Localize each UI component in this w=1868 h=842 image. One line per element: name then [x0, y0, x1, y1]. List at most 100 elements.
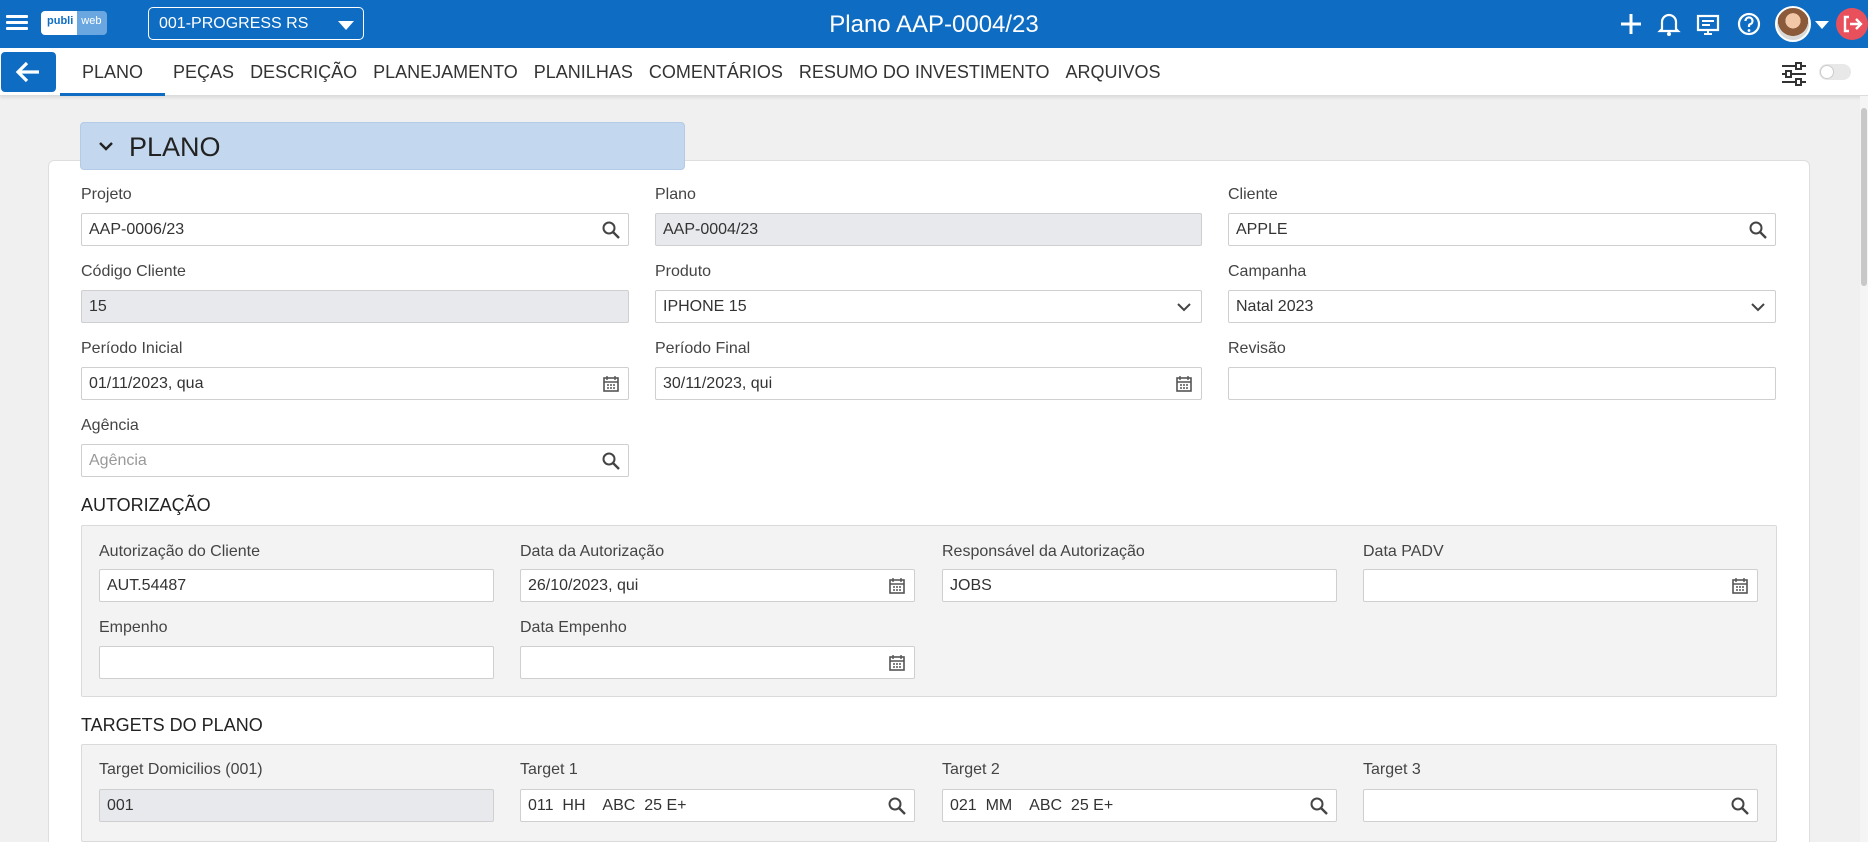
- target1-input[interactable]: [521, 790, 914, 821]
- targets-heading: TARGETS DO PLANO: [81, 715, 263, 735]
- logout-button[interactable]: [1836, 8, 1868, 40]
- autorizacao-cliente-field[interactable]: [99, 569, 494, 602]
- help-icon[interactable]: [1735, 10, 1763, 38]
- periodo-final-input[interactable]: [656, 368, 1201, 399]
- target2-label: Target 2: [942, 761, 1000, 778]
- arrow-left-icon: [15, 61, 39, 83]
- search-icon[interactable]: [1749, 221, 1767, 239]
- search-icon[interactable]: [602, 221, 620, 239]
- cliente-input[interactable]: [1229, 214, 1775, 245]
- calendar-icon[interactable]: [602, 375, 620, 393]
- avatar-caret-icon[interactable]: [1815, 21, 1829, 29]
- logout-icon: [1843, 15, 1863, 33]
- periodo-final-field[interactable]: [655, 367, 1202, 400]
- section-title: PLANO: [129, 132, 221, 162]
- chevron-down-icon: [99, 142, 113, 151]
- top-bar: publi web 001-PROGRESS RS Plano AAP-0004…: [0, 0, 1868, 48]
- company-select[interactable]: 001-PROGRESS RS: [148, 7, 364, 40]
- tab-arquivos[interactable]: ARQUIVOS: [1058, 48, 1169, 96]
- empenho-label: Empenho: [99, 619, 168, 636]
- data-empenho-field[interactable]: [520, 646, 915, 679]
- search-icon[interactable]: [1731, 797, 1749, 815]
- data-empenho-input[interactable]: [521, 647, 914, 678]
- user-avatar[interactable]: [1775, 6, 1811, 42]
- produto-label: Produto: [655, 263, 712, 280]
- calendar-icon[interactable]: [1731, 577, 1749, 595]
- tab-planejamento[interactable]: PLANEJAMENTO: [365, 48, 526, 96]
- data-empenho-label: Data Empenho: [520, 619, 627, 636]
- target1-label: Target 1: [520, 761, 578, 778]
- empenho-field[interactable]: [99, 646, 494, 679]
- plano-field: [655, 213, 1202, 246]
- calendar-icon[interactable]: [1175, 375, 1193, 393]
- target1-field[interactable]: [520, 789, 915, 822]
- section-header-plano[interactable]: PLANO: [80, 122, 685, 170]
- campanha-label: Campanha: [1228, 263, 1307, 280]
- periodo-inicial-field[interactable]: [81, 367, 629, 400]
- bell-icon[interactable]: [1655, 10, 1683, 38]
- cliente-label: Cliente: [1228, 186, 1278, 203]
- projeto-input[interactable]: [82, 214, 628, 245]
- target-domicilios-label: Target Domicilios (001): [99, 761, 263, 778]
- autorizacao-cliente-label: Autorização do Cliente: [99, 543, 260, 560]
- campanha-input[interactable]: [1229, 291, 1775, 322]
- tab-comentarios[interactable]: COMENTÁRIOS: [641, 48, 791, 96]
- tab-resumo-investimento[interactable]: RESUMO DO INVESTIMENTO: [791, 48, 1058, 96]
- target3-field[interactable]: [1363, 789, 1758, 822]
- toggle-switch[interactable]: [1819, 64, 1851, 80]
- logo-text-b: web: [77, 11, 108, 35]
- agencia-field[interactable]: [81, 444, 629, 477]
- sliders-icon[interactable]: [1781, 62, 1807, 86]
- codigo-cliente-field: [81, 290, 629, 323]
- tab-pecas[interactable]: PEÇAS: [165, 48, 242, 96]
- tab-descricao[interactable]: DESCRIÇÃO: [242, 48, 365, 96]
- campanha-select[interactable]: [1228, 290, 1776, 323]
- chevron-down-icon[interactable]: [1749, 298, 1767, 316]
- search-icon[interactable]: [602, 452, 620, 470]
- empenho-input[interactable]: [100, 647, 493, 678]
- data-autorizacao-field[interactable]: [520, 569, 915, 602]
- back-button[interactable]: [1, 52, 56, 92]
- produto-select[interactable]: [655, 290, 1202, 323]
- company-select-label: 001-PROGRESS RS: [159, 15, 309, 32]
- produto-input[interactable]: [656, 291, 1201, 322]
- add-icon[interactable]: [1617, 10, 1645, 38]
- target2-field[interactable]: [942, 789, 1337, 822]
- search-icon[interactable]: [888, 797, 906, 815]
- cliente-field[interactable]: [1228, 213, 1776, 246]
- data-autorizacao-input[interactable]: [521, 570, 914, 601]
- search-icon[interactable]: [1310, 797, 1328, 815]
- autorizacao-cliente-input[interactable]: [100, 570, 493, 601]
- data-padv-field[interactable]: [1363, 569, 1758, 602]
- target-domicilios-field: [99, 789, 494, 822]
- chevron-down-icon[interactable]: [1175, 298, 1193, 316]
- calendar-icon[interactable]: [888, 654, 906, 672]
- revisao-input[interactable]: [1229, 368, 1775, 399]
- plano-label: Plano: [655, 186, 696, 203]
- monitor-icon[interactable]: [1694, 10, 1722, 38]
- data-autorizacao-label: Data da Autorização: [520, 543, 665, 560]
- tab-planilhas[interactable]: PLANILHAS: [526, 48, 641, 96]
- projeto-field[interactable]: [81, 213, 629, 246]
- periodo-final-label: Período Final: [655, 340, 751, 357]
- data-padv-input[interactable]: [1364, 570, 1757, 601]
- agencia-input[interactable]: [82, 445, 628, 476]
- codigo-cliente-label: Código Cliente: [81, 263, 186, 280]
- revisao-field[interactable]: [1228, 367, 1776, 400]
- tab-bar: PLANO PEÇAS DESCRIÇÃO PLANEJAMENTO PLANI…: [0, 48, 1868, 96]
- scrollbar-thumb[interactable]: [1861, 108, 1867, 286]
- target2-input[interactable]: [943, 790, 1336, 821]
- caret-down-icon: [338, 21, 354, 30]
- logo-text-a: publi: [41, 11, 78, 35]
- revisao-label: Revisão: [1228, 340, 1286, 357]
- target3-input[interactable]: [1364, 790, 1757, 821]
- responsavel-input[interactable]: [943, 570, 1336, 601]
- tab-plano[interactable]: PLANO: [60, 48, 166, 96]
- calendar-icon[interactable]: [888, 577, 906, 595]
- periodo-inicial-input[interactable]: [82, 368, 628, 399]
- tabs: PLANO PEÇAS DESCRIÇÃO PLANEJAMENTO PLANI…: [60, 48, 1169, 96]
- app-logo[interactable]: publi web: [41, 11, 108, 35]
- target3-label: Target 3: [1363, 761, 1421, 778]
- responsavel-field[interactable]: [942, 569, 1337, 602]
- menu-icon[interactable]: [6, 12, 28, 34]
